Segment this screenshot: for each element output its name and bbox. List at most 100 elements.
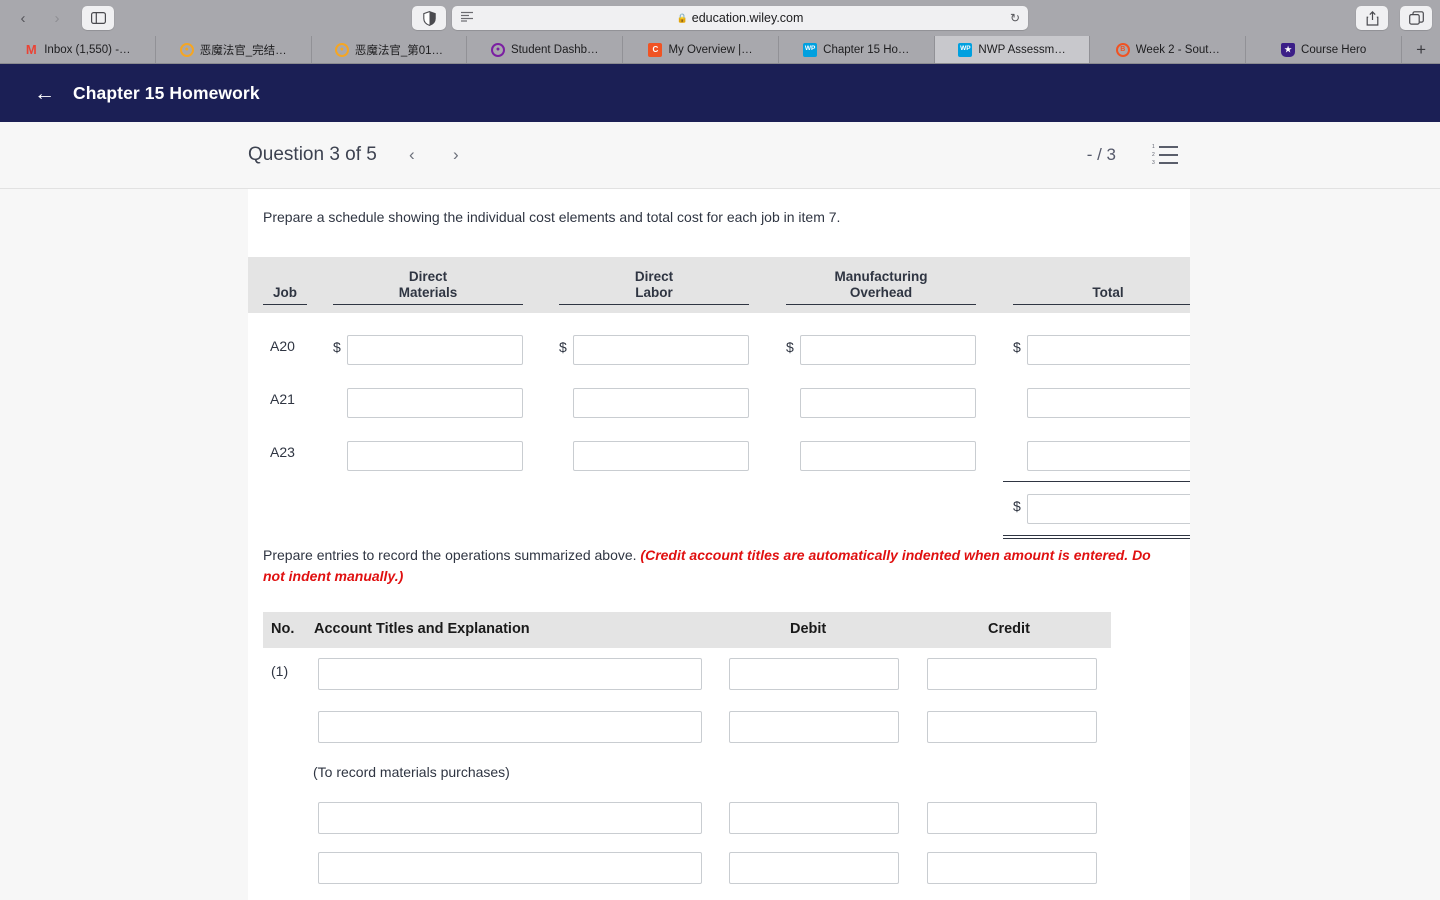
browser-tab[interactable]: ● 恶魔法官_完结… — [156, 36, 312, 63]
share-icon[interactable] — [1356, 6, 1388, 30]
tab-strip: M Inbox (1,550) -… ● 恶魔法官_完结… ● 恶魔法官_第01… — [0, 36, 1440, 64]
input-entry3-credit[interactable] — [927, 801, 1097, 834]
numbered-list-icon[interactable]: 1 2 3 — [1152, 143, 1178, 166]
column-header-debit: Debit — [790, 620, 827, 637]
column-header-account-titles: Account Titles and Explanation — [314, 620, 530, 637]
input-a21-direct-materials[interactable] — [347, 388, 523, 419]
input-entry4-credit[interactable] — [927, 851, 1097, 884]
question-bar: Question 3 of 5 ‹ › - / 3 1 2 3 — [0, 122, 1440, 189]
entry-number: (1) — [271, 662, 289, 679]
input-entry3-debit[interactable] — [729, 801, 899, 834]
input-a23-direct-labor[interactable] — [573, 441, 749, 472]
input-entry1-credit[interactable] — [927, 657, 1097, 690]
page-scroll-area[interactable]: Prepare a schedule showing the individua… — [0, 189, 1440, 900]
schedule-prompt: Prepare a schedule showing the individua… — [263, 209, 841, 225]
app-header: ← Chapter 15 Homework — [0, 64, 1440, 122]
input-a23-manufacturing-overhead[interactable] — [800, 441, 976, 472]
currency-symbol: $ — [559, 339, 567, 356]
input-a20-direct-labor[interactable] — [573, 335, 749, 366]
browser-tab[interactable]: ● Student Dashb… — [467, 36, 624, 63]
new-tab-button[interactable]: + — [1402, 36, 1440, 63]
input-a20-direct-materials[interactable] — [347, 335, 523, 366]
input-entry2-credit[interactable] — [927, 710, 1097, 743]
journal-header-row: No. Account Titles and Explanation Debit… — [263, 611, 1111, 648]
url-text-group: 🔒 education.wiley.com — [452, 11, 1028, 25]
list-number: 1 — [1152, 143, 1155, 150]
reload-icon[interactable]: ↻ — [1010, 11, 1020, 25]
input-a21-total[interactable] — [1027, 388, 1190, 419]
browser-tab[interactable]: ● 恶魔法官_第01… — [312, 36, 468, 63]
table-row: A21 — [248, 388, 1190, 419]
input-entry4-account-title[interactable] — [318, 851, 702, 884]
currency-symbol: $ — [333, 339, 341, 356]
tab-label: My Overview |… — [668, 43, 753, 56]
input-entry1-account-title[interactable] — [318, 657, 702, 690]
question-nav-group: Question 3 of 5 ‹ › — [248, 144, 465, 166]
column-header-job: Job — [263, 285, 307, 306]
browser-actions-group — [1350, 6, 1432, 30]
input-entry3-account-title[interactable] — [318, 801, 702, 834]
input-entry1-debit[interactable] — [729, 657, 899, 690]
journal-body: (1) (To record materials purchases) — [248, 657, 1190, 900]
browser-tab[interactable]: ★ Course Hero — [1246, 36, 1403, 63]
cost-schedule-body: A20 $ $ $ $ A21 A23 $ — [248, 313, 1190, 540]
table-row-memo: (To record materials purchases) — [248, 760, 1190, 792]
column-header-direct-labor: Direct Labor — [559, 269, 749, 306]
next-question-button[interactable]: › — [447, 145, 465, 165]
address-bar-group: 🔒 education.wiley.com ↻ — [412, 6, 1028, 30]
input-entry2-debit[interactable] — [729, 710, 899, 743]
column-header-total: Total — [1013, 285, 1190, 306]
browser-forward-button[interactable]: › — [42, 6, 72, 30]
browser-tab[interactable]: B Week 2 - Sout… — [1090, 36, 1247, 63]
browser-nav-group: ‹ › — [8, 6, 114, 30]
input-entry2-account-title[interactable] — [318, 710, 702, 743]
browser-tab[interactable]: M Inbox (1,550) -… — [0, 36, 156, 63]
table-row: (1) — [248, 657, 1190, 690]
tab-label: Chapter 15 Ho… — [823, 43, 910, 56]
list-number: 3 — [1152, 159, 1155, 166]
input-a21-direct-labor[interactable] — [573, 388, 749, 419]
table-row — [248, 710, 1190, 743]
row-label-job: A20 — [270, 338, 295, 355]
table-row: A23 — [248, 441, 1190, 472]
browser-tab[interactable]: WP Chapter 15 Ho… — [779, 36, 935, 63]
grand-total-rule — [1003, 535, 1190, 540]
cost-schedule-header-row: Job Direct Materials Direct Labor Manufa… — [248, 257, 1190, 314]
tab-label: 恶魔法官_完结… — [199, 44, 287, 57]
browser-tab-active[interactable]: WP NWP Assessm… — [934, 36, 1091, 63]
browser-back-button[interactable]: ‹ — [8, 6, 38, 30]
tab-label: Inbox (1,550) -… — [44, 43, 131, 56]
input-a23-direct-materials[interactable] — [347, 441, 523, 472]
column-header-direct-materials: Direct Materials — [333, 269, 523, 306]
currency-symbol: $ — [1013, 498, 1021, 515]
question-content-panel: Prepare a schedule showing the individua… — [248, 189, 1190, 900]
input-entry4-debit[interactable] — [729, 851, 899, 884]
journal-prompt: Prepare entries to record the operations… — [263, 545, 1173, 586]
table-row — [248, 801, 1190, 834]
input-a20-total[interactable] — [1027, 335, 1190, 366]
input-grand-total[interactable] — [1027, 494, 1190, 525]
previous-question-button[interactable]: ‹ — [403, 145, 421, 165]
shield-icon[interactable] — [412, 6, 446, 30]
url-bar[interactable]: 🔒 education.wiley.com ↻ — [452, 6, 1028, 30]
square-icon: WP — [958, 42, 973, 57]
shield-star-icon: ★ — [1281, 42, 1296, 57]
sidebar-icon[interactable] — [82, 6, 114, 30]
input-a23-total[interactable] — [1027, 441, 1190, 472]
square-icon: WP — [803, 42, 818, 57]
question-status-group: - / 3 1 2 3 — [1087, 143, 1440, 166]
row-label-job: A23 — [270, 444, 295, 461]
browser-tab[interactable]: C My Overview |… — [623, 36, 779, 63]
input-a20-manufacturing-overhead[interactable] — [800, 335, 976, 366]
input-a21-manufacturing-overhead[interactable] — [800, 388, 976, 419]
square-icon: C — [648, 42, 663, 57]
row-label-job: A21 — [270, 391, 295, 408]
currency-symbol: $ — [786, 339, 794, 356]
back-arrow-icon[interactable]: ← — [34, 83, 55, 104]
url-text: education.wiley.com — [691, 11, 804, 25]
gmail-icon: M — [25, 42, 37, 57]
question-counter: Question 3 of 5 — [248, 144, 377, 165]
subtotal-rule — [1003, 481, 1190, 483]
entry-memo: (To record materials purchases) — [313, 763, 510, 780]
tabs-overview-icon[interactable] — [1400, 6, 1432, 30]
